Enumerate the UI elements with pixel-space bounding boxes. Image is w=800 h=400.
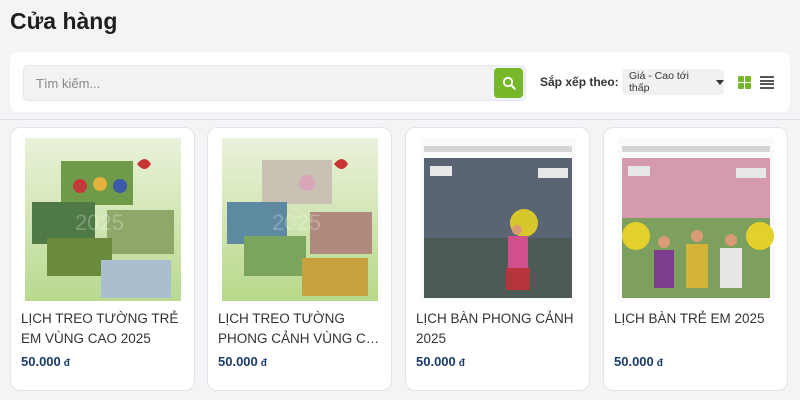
product-price: 50.000 đ [21,354,70,369]
list-line [760,76,774,78]
svg-text:2025: 2025 [75,210,124,235]
price-value: 50.000 [416,354,456,369]
chevron-down-icon [716,79,724,85]
product-price: 50.000 đ [614,354,663,369]
list-line [760,86,774,89]
page-title: Cửa hàng [10,8,118,34]
currency-symbol: đ [260,358,267,369]
currency-symbol: đ [458,358,465,369]
product-card[interactable]: 2025 Lịch treo tường trẻ em vùng cao 202… [10,127,195,391]
grid-cell [745,76,751,82]
product-image[interactable] [420,138,576,301]
currency-symbol: đ [656,358,663,369]
product-price: 50.000 đ [416,354,465,369]
grid-cell [738,76,744,82]
product-price: 50.000 đ [218,354,267,369]
grid-cell [738,83,744,89]
product-image[interactable]: 2025 [222,138,378,301]
divider [0,119,800,120]
list-line [760,79,774,82]
grid-cell [745,83,751,89]
product-name[interactable]: Lịch treo tường phong cảnh vùng cao 2025 [218,309,388,349]
price-value: 50.000 [218,354,258,369]
sort-select-value: Giá - Cao tới thấp [629,70,689,94]
product-card[interactable]: Lịch bàn trẻ em 2025 50.000 đ [603,127,788,391]
currency-symbol: đ [63,358,70,369]
list-line [760,83,774,86]
search-icon [502,76,516,90]
product-card[interactable]: 2025 Lịch treo tường phong cảnh vùng cao… [207,127,392,391]
svg-text:2025: 2025 [272,210,321,235]
search-input[interactable] [36,66,486,100]
grid-view-icon[interactable] [738,76,751,89]
list-view-icon[interactable] [760,76,774,89]
sort-select[interactable]: Giá - Cao tới thấp [622,69,724,95]
product-name[interactable]: Lịch treo tường trẻ em vùng cao 2025 [21,309,191,349]
product-image[interactable] [618,138,774,301]
shop-toolbar: Sắp xếp theo: Giá - Cao tới thấp [10,52,790,112]
product-card[interactable]: Lịch bàn phong cảnh 2025 50.000 đ [405,127,590,391]
product-name[interactable]: Lịch bàn trẻ em 2025 [614,309,784,329]
price-value: 50.000 [21,354,61,369]
search-button[interactable] [494,68,523,98]
price-value: 50.000 [614,354,654,369]
search-box [23,65,526,101]
product-image[interactable]: 2025 [25,138,181,301]
product-name[interactable]: Lịch bàn phong cảnh 2025 [416,309,586,349]
sort-label: Sắp xếp theo: [540,75,619,89]
